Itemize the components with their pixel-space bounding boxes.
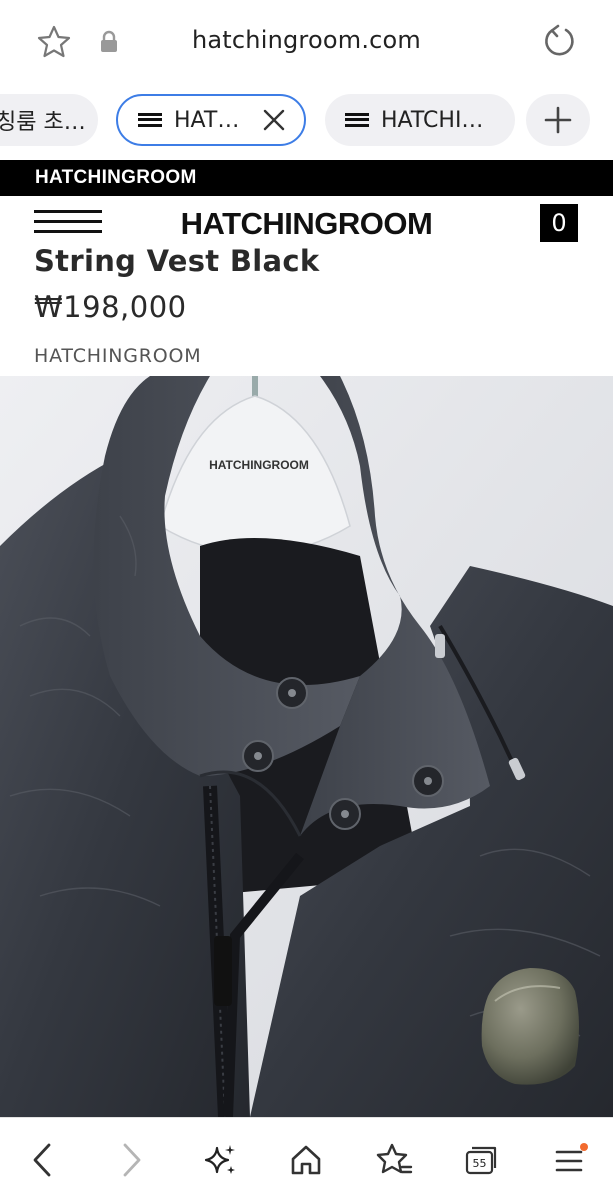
tabs-icon: 55	[465, 1146, 497, 1175]
tab-strip: 칭룸 초… HAT… HATCHI…	[0, 84, 613, 160]
url-text[interactable]: hatchingroom.com	[0, 26, 613, 54]
bookmarks-star-icon	[376, 1143, 413, 1174]
site-favicon-icon	[345, 113, 369, 127]
site-header: HATCHINGROOM 0	[0, 196, 613, 250]
home-icon	[291, 1145, 321, 1175]
close-tab-icon[interactable]	[262, 108, 286, 132]
menu-button[interactable]	[548, 1138, 592, 1182]
tab-label: 칭룸 초…	[0, 110, 86, 135]
cart-button[interactable]: 0	[540, 204, 578, 242]
product-photo-drawing: HATCHINGROOM	[0, 376, 613, 1117]
back-button[interactable]	[20, 1138, 64, 1182]
site-logo[interactable]: HATCHINGROOM	[0, 206, 613, 242]
sparkle-icon	[204, 1145, 235, 1174]
bookmarks-button[interactable]	[372, 1138, 416, 1182]
tab-item[interactable]: HATCHI…	[325, 94, 515, 146]
site-favicon-icon	[138, 113, 162, 127]
product-brand[interactable]: HATCHINGROOM	[34, 345, 202, 367]
product-title: String Vest Black	[34, 244, 320, 278]
address-bar: hatchingroom.com	[0, 0, 613, 84]
tab-item[interactable]: 칭룸 초…	[0, 94, 98, 146]
new-tab-button[interactable]	[526, 94, 590, 146]
product-price: ₩198,000	[34, 290, 187, 324]
chevron-left-icon	[33, 1143, 51, 1177]
reload-icon[interactable]	[540, 22, 578, 60]
notification-dot	[580, 1143, 588, 1151]
forward-button[interactable]	[110, 1138, 154, 1182]
tabs-button[interactable]: 55	[460, 1138, 504, 1182]
announcement-bar[interactable]: HATCHINGROOM	[0, 160, 613, 196]
product-image[interactable]: HATCHINGROOM	[0, 376, 613, 1117]
hanger-brand-text: HATCHINGROOM	[209, 458, 309, 472]
tab-item-active[interactable]: HAT…	[116, 94, 306, 146]
ai-assistant-button[interactable]	[198, 1138, 242, 1182]
chevron-right-icon	[123, 1143, 141, 1177]
hamburger-menu-icon	[555, 1143, 588, 1172]
plus-icon	[544, 106, 572, 134]
tab-label: HATCHI…	[381, 107, 484, 133]
tab-count: 55	[473, 1157, 487, 1170]
tab-label: HAT…	[174, 107, 240, 133]
browser-bottom-toolbar: 55	[0, 1117, 613, 1201]
home-button[interactable]	[284, 1138, 328, 1182]
